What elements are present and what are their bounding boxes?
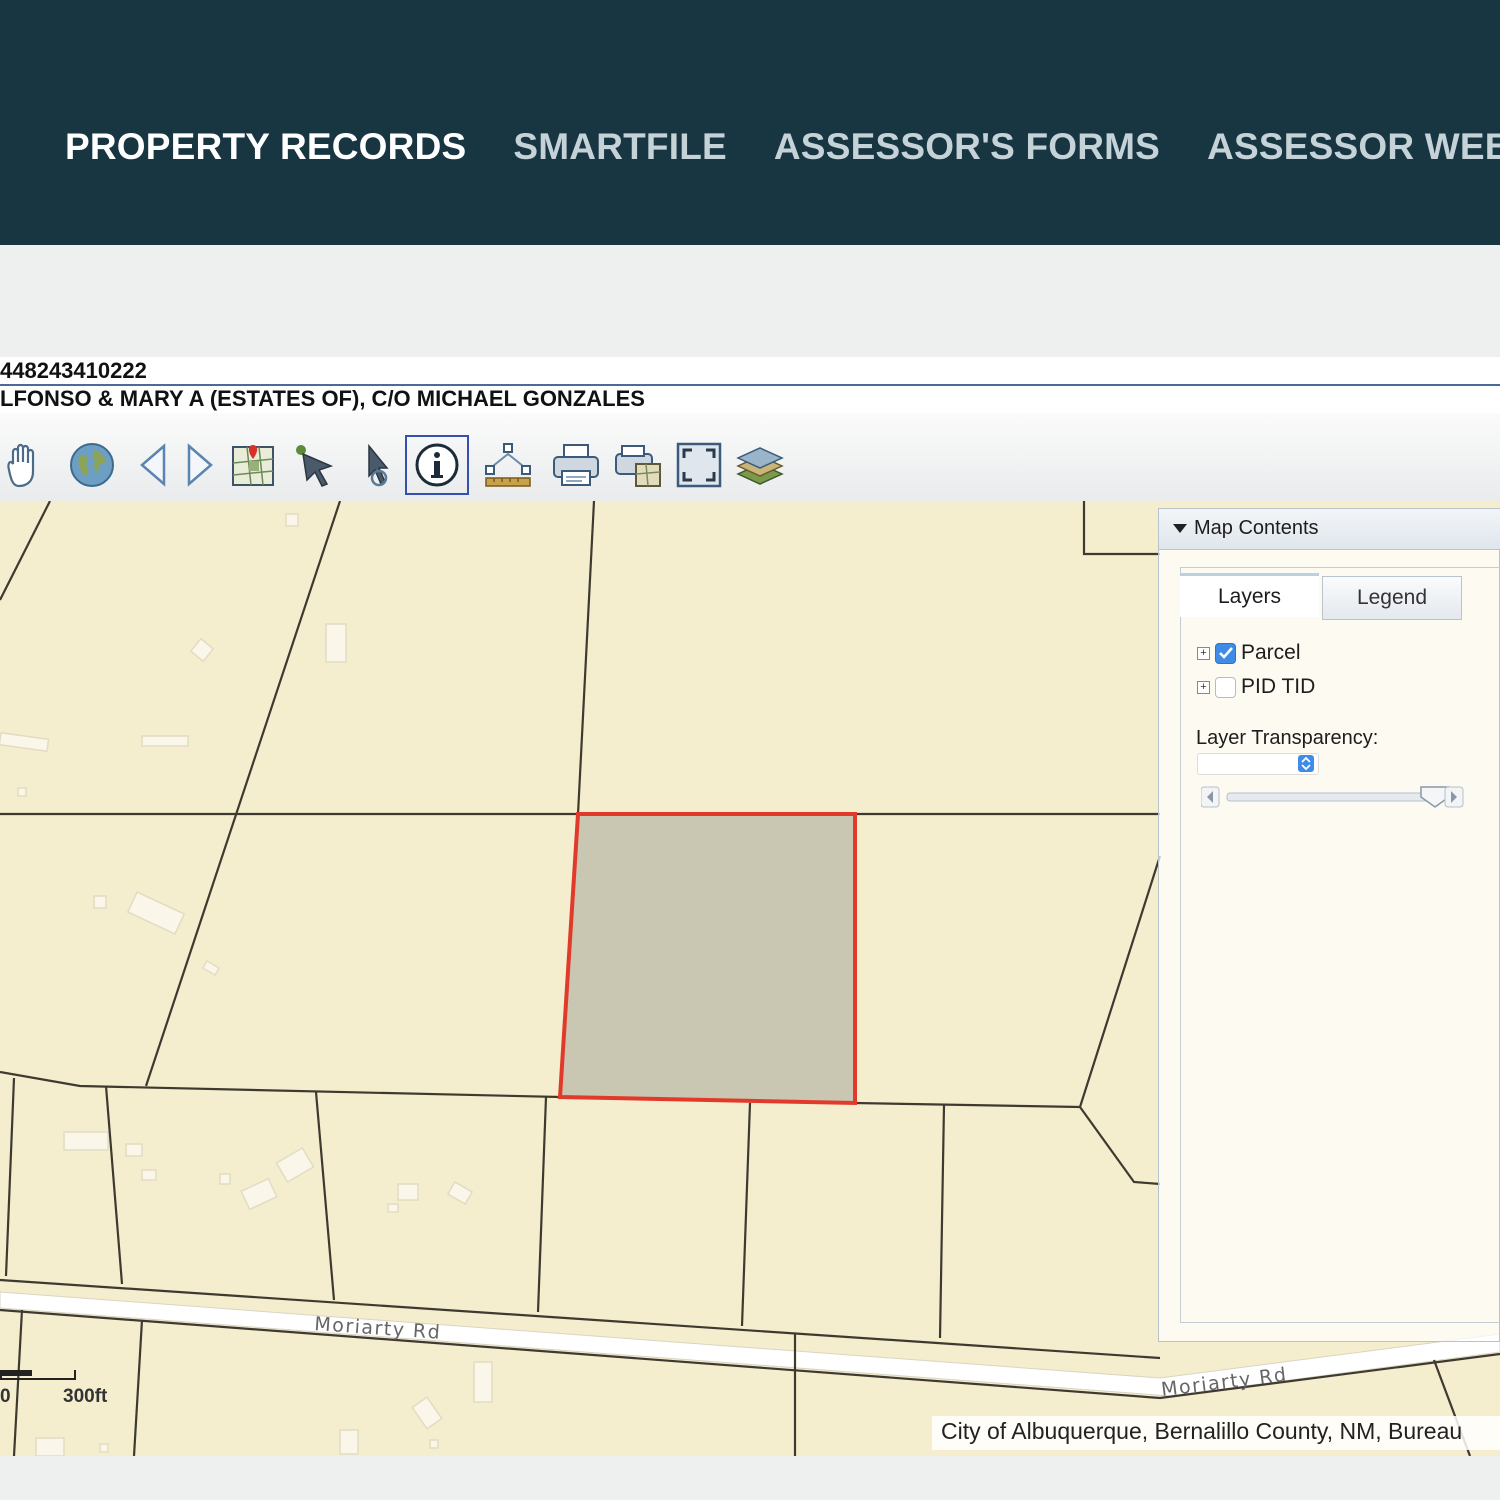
map-contents-panel: Map Contents Layers Legend + Parcel + PI… xyxy=(1158,508,1500,1342)
expand-plus-icon[interactable]: + xyxy=(1197,680,1210,694)
layer-pid-tid-label: PID TID xyxy=(1241,675,1316,698)
map-marker-icon[interactable] xyxy=(225,437,281,493)
pan-hand-icon[interactable] xyxy=(0,437,52,493)
layer-parcel-checkbox[interactable] xyxy=(1215,642,1236,664)
expand-plus-icon[interactable]: + xyxy=(1197,646,1210,660)
forward-arrow-icon[interactable] xyxy=(171,437,227,493)
nav-assessor-website[interactable]: ASSESSOR WEBSI xyxy=(1207,126,1500,168)
tab-layers[interactable]: Layers xyxy=(1180,573,1319,617)
main-nav: PROPERTY RECORDS SMARTFILE ASSESSOR'S FO… xyxy=(65,126,1500,168)
scale-zero-label: 0 xyxy=(0,1386,11,1407)
full-extent-icon[interactable] xyxy=(671,437,727,493)
transparency-slider[interactable] xyxy=(1200,785,1466,809)
map-attribution: City of Albuquerque, Bernalillo County, … xyxy=(932,1416,1500,1450)
measure-icon[interactable] xyxy=(480,437,536,493)
print-map-icon[interactable] xyxy=(610,437,666,493)
map-contents-title: Map Contents xyxy=(1194,517,1319,539)
select-identify-icon[interactable] xyxy=(348,437,404,493)
layer-row-parcel: + Parcel xyxy=(1197,640,1301,666)
top-header: PROPERTY RECORDS SMARTFILE ASSESSOR'S FO… xyxy=(0,0,1500,245)
layer-transparency-label: Layer Transparency: xyxy=(1196,727,1379,749)
transparency-layer-select[interactable] xyxy=(1197,753,1319,775)
layer-parcel-label: Parcel xyxy=(1241,641,1301,664)
parcel-id: 448243410222 xyxy=(0,358,147,383)
map-contents-header[interactable]: Map Contents xyxy=(1159,509,1500,550)
nav-property-records[interactable]: PROPERTY RECORDS xyxy=(65,126,466,168)
nav-smartfile[interactable]: SMARTFILE xyxy=(513,126,727,168)
layer-pid-tid-checkbox[interactable] xyxy=(1215,676,1236,698)
selected-parcel[interactable] xyxy=(557,812,857,1106)
info-icon[interactable] xyxy=(405,435,469,495)
layers-icon[interactable] xyxy=(732,437,788,493)
parcel-owner: LFONSO & MARY A (ESTATES OF), C/O MICHAE… xyxy=(0,386,645,411)
select-updown-icon[interactable] xyxy=(1298,755,1314,772)
print-icon[interactable] xyxy=(548,437,604,493)
layer-row-pid-tid: + PID TID xyxy=(1197,674,1315,700)
scale-label: 300ft xyxy=(63,1386,108,1407)
tab-legend[interactable]: Legend xyxy=(1322,576,1462,620)
globe-icon[interactable] xyxy=(64,437,120,493)
select-arrow-icon[interactable] xyxy=(286,437,342,493)
nav-assessors-forms[interactable]: ASSESSOR'S FORMS xyxy=(774,126,1160,168)
collapse-triangle-icon[interactable] xyxy=(1173,524,1187,533)
